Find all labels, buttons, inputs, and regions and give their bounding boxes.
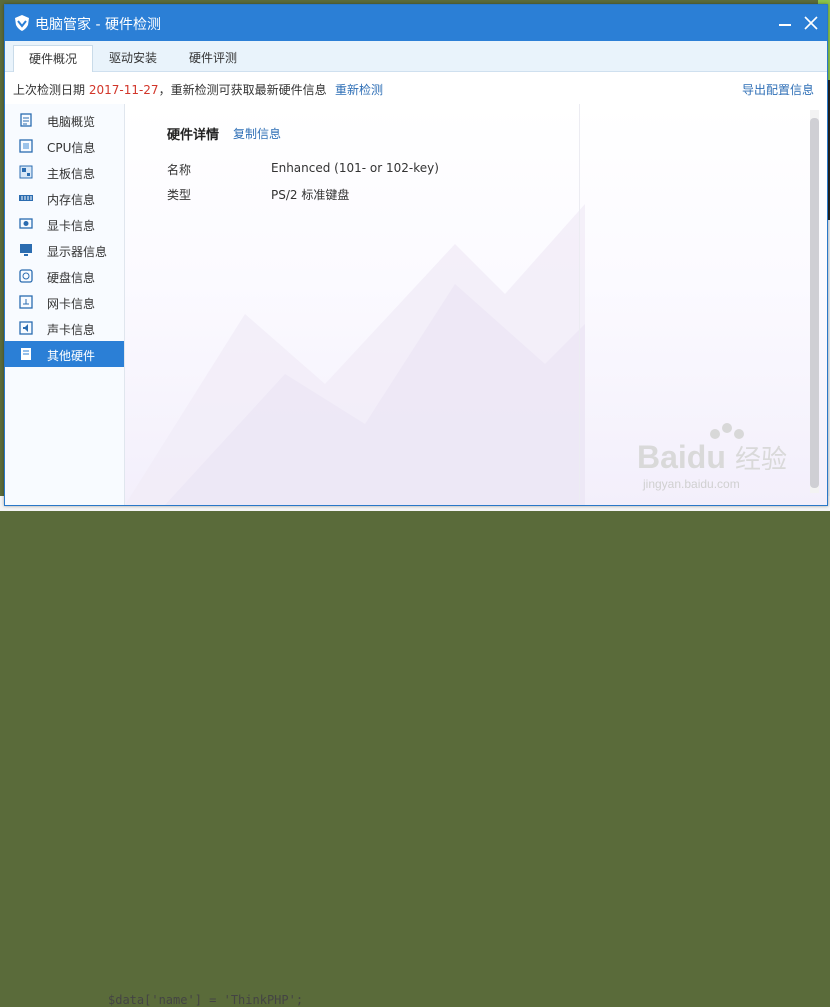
sidebar-item-harddisk[interactable]: 硬盘信息 (5, 263, 124, 289)
detail-name-label: 名称 (167, 163, 192, 177)
sidebar-item-memory[interactable]: 内存信息 (5, 185, 124, 211)
last-check-date: 2017-11-27 (88, 83, 159, 97)
motherboard-icon (19, 165, 33, 179)
sidebar: 电脑概览 CPU信息 主板信息 内存信息 显卡信息 显示器信息 硬盘信息 网卡信… (5, 104, 125, 505)
graphics-card-icon (19, 218, 33, 229)
sidebar-item-label: 显示器信息 (47, 245, 108, 259)
shield-logo-icon (15, 15, 29, 31)
tab-hardware-benchmark[interactable]: 硬件评测 (177, 45, 249, 71)
last-check-text: 上次检测日期 2017-11-27，重新检测可获取最新硬件信息 (13, 81, 327, 98)
sidebar-item-monitor[interactable]: 显示器信息 (5, 237, 124, 263)
memory-icon (19, 195, 33, 201)
sidebar-item-cpu[interactable]: CPU信息 (5, 133, 124, 159)
last-check-prefix: 上次检测日期 (13, 83, 89, 97)
copy-info-link[interactable]: 复制信息 (233, 125, 281, 142)
clipboard-icon (20, 113, 32, 127)
sidebar-item-label: 声卡信息 (47, 323, 96, 337)
info-bar: 上次检测日期 2017-11-27，重新检测可获取最新硬件信息 重新检测 导出配… (5, 72, 827, 104)
sidebar-item-pc-overview[interactable]: 电脑概览 (5, 107, 124, 133)
tab-bar: 硬件概况 驱动安装 硬件评测 (5, 41, 827, 73)
harddisk-icon (19, 269, 33, 283)
watermark-url: jingyan.baidu.com (642, 477, 740, 491)
minimize-button[interactable] (777, 15, 793, 31)
tab-driver-install[interactable]: 驱动安装 (97, 45, 169, 71)
sidebar-item-label: 硬盘信息 (47, 271, 96, 285)
watermark-brand-cn: 经验 (735, 445, 787, 475)
title-bar[interactable]: 电脑管家 - 硬件检测 (5, 5, 827, 41)
sidebar-item-label: CPU信息 (47, 141, 96, 155)
sidebar-item-label: 显卡信息 (47, 219, 96, 233)
network-card-icon (19, 295, 33, 309)
sidebar-item-graphics[interactable]: 显卡信息 (5, 211, 124, 237)
mountain-background-decoration (125, 204, 585, 505)
other-hardware-icon (21, 348, 31, 360)
sidebar-item-label: 其他硬件 (47, 349, 96, 363)
monitor-icon (20, 244, 32, 256)
detail-name-value: Enhanced (101- or 102-key) (271, 161, 439, 175)
sidebar-item-other-hardware[interactable]: 其他硬件 (5, 341, 124, 367)
sidebar-item-network-card[interactable]: 网卡信息 (5, 289, 124, 315)
sound-card-icon (19, 321, 33, 335)
main-content: 电脑概览 CPU信息 主板信息 内存信息 显卡信息 显示器信息 硬盘信息 网卡信… (5, 104, 827, 505)
sidebar-item-label: 内存信息 (47, 193, 96, 207)
cpu-icon (19, 139, 33, 153)
background-code-line: $data['name'] = 'ThinkPHP'; (108, 993, 304, 1007)
close-icon[interactable] (802, 14, 820, 32)
sidebar-item-label: 网卡信息 (47, 297, 96, 311)
sidebar-item-motherboard[interactable]: 主板信息 (5, 159, 124, 185)
hardware-check-window: 电脑管家 - 硬件检测 硬件概况 驱动安装 硬件评测 上次检测日期 2017-1… (4, 4, 828, 506)
window-title: 电脑管家 - 硬件检测 (35, 17, 161, 33)
export-config-link[interactable]: 导出配置信息 (742, 81, 814, 98)
sidebar-item-label: 主板信息 (47, 167, 96, 181)
baidu-jingyan-watermark: Baidu 经验 jingyan.baidu.com (637, 423, 787, 491)
detail-type-value: PS/2 标准键盘 (271, 188, 350, 202)
tab-hardware-overview[interactable]: 硬件概况 (13, 45, 93, 73)
panel-divider (579, 104, 580, 505)
last-check-suffix: ，重新检测可获取最新硬件信息 (158, 83, 327, 97)
watermark-brand: Baidu (637, 439, 726, 475)
sidebar-item-sound-card[interactable]: 声卡信息 (5, 315, 124, 341)
detail-type-label: 类型 (167, 188, 192, 202)
hardware-detail-title: 硬件详情 (167, 128, 220, 143)
recheck-link[interactable]: 重新检测 (335, 81, 383, 98)
sidebar-item-label: 电脑概览 (47, 115, 96, 129)
